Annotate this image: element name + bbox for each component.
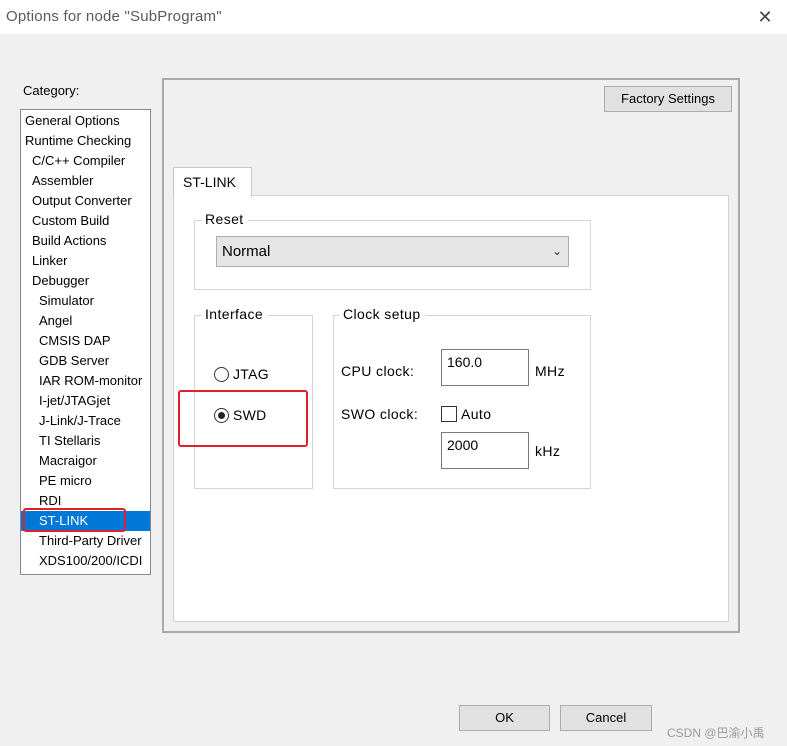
interface-group-title: Interface (201, 306, 268, 322)
chevron-down-icon: ⌄ (551, 244, 562, 258)
category-item[interactable]: Runtime Checking (21, 131, 150, 151)
factory-settings-button[interactable]: Factory Settings (604, 86, 732, 112)
cpu-clock-label: CPU clock: (341, 363, 415, 379)
close-icon[interactable]: ✕ (750, 4, 780, 30)
category-item[interactable]: XDS100/200/ICDI (21, 551, 150, 571)
category-item[interactable]: IAR ROM-monitor (21, 371, 150, 391)
reset-dropdown-value: Normal (222, 243, 271, 260)
watermark-text: CSDN @巴渝小禹 (667, 726, 765, 740)
cpu-clock-unit: MHz (535, 363, 565, 379)
category-item[interactable]: TI Stellaris (21, 431, 150, 451)
swo-clock-input[interactable]: 2000 (441, 432, 529, 469)
category-item[interactable]: PE micro (21, 471, 150, 491)
reset-dropdown[interactable]: Normal ⌄ (216, 236, 569, 267)
radio-selected-dot (218, 412, 225, 419)
category-item[interactable]: Third-Party Driver (21, 531, 150, 551)
category-item[interactable]: Custom Build (21, 211, 150, 231)
swd-radio[interactable] (214, 408, 229, 423)
category-item[interactable]: GDB Server (21, 351, 150, 371)
window-title: Options for node "SubProgram" (6, 8, 222, 25)
category-item[interactable]: Assembler (21, 171, 150, 191)
category-item[interactable]: Simulator (21, 291, 150, 311)
category-item[interactable]: C/C++ Compiler (21, 151, 150, 171)
category-item[interactable]: Output Converter (21, 191, 150, 211)
auto-checkbox-label[interactable]: Auto (461, 406, 491, 422)
cpu-clock-input[interactable]: 160.0 (441, 349, 529, 386)
auto-checkbox[interactable] (441, 406, 457, 422)
category-item[interactable]: Build Actions (21, 231, 150, 251)
swo-clock-label: SWO clock: (341, 406, 419, 422)
swo-clock-unit: kHz (535, 443, 561, 459)
category-item[interactable]: ST-LINK (21, 511, 150, 531)
jtag-radio-label[interactable]: JTAG (233, 366, 269, 382)
swd-radio-label[interactable]: SWD (233, 407, 267, 423)
interface-group (194, 315, 313, 489)
category-label: Category: (23, 83, 80, 98)
title-bar: Options for node "SubProgram" ✕ (0, 0, 787, 34)
category-item[interactable]: I-jet/JTAGjet (21, 391, 150, 411)
ok-button[interactable]: OK (459, 705, 550, 731)
category-item[interactable]: CMSIS DAP (21, 331, 150, 351)
reset-group-title: Reset (201, 211, 248, 227)
category-item[interactable]: RDI (21, 491, 150, 511)
cancel-button[interactable]: Cancel (560, 705, 652, 731)
category-item[interactable]: Angel (21, 311, 150, 331)
category-item[interactable]: General Options (21, 111, 150, 131)
category-item[interactable]: Debugger (21, 271, 150, 291)
jtag-radio[interactable] (214, 367, 229, 382)
category-item[interactable]: Macraigor (21, 451, 150, 471)
category-item[interactable]: J-Link/J-Trace (21, 411, 150, 431)
tab-st-link[interactable]: ST-LINK (173, 167, 252, 197)
category-list[interactable]: General Options Runtime Checking C/C++ Com… (20, 109, 151, 575)
clock-setup-group-title: Clock setup (339, 306, 425, 322)
category-item[interactable]: Linker (21, 251, 150, 271)
